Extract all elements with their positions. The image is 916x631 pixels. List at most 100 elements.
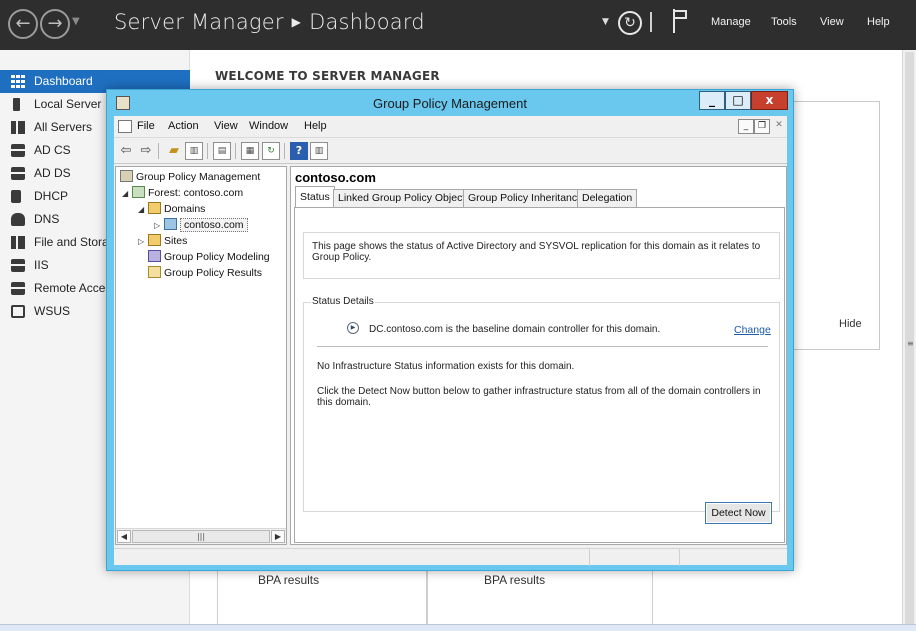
tab-gp-inheritance[interactable]: Group Policy Inheritance: [463, 189, 588, 207]
forward-icon[interactable]: ⇨: [137, 142, 155, 160]
scroll-left-icon[interactable]: ◀: [117, 530, 131, 543]
info-arrow-icon: ▶: [347, 322, 359, 334]
breadcrumb: Server Manager ▶ Dashboard: [114, 10, 425, 34]
status-bar: [114, 548, 787, 566]
domain-icon: [164, 218, 177, 230]
modeling-icon: [148, 250, 161, 262]
main-scrollbar[interactable]: ≡: [902, 50, 916, 631]
mdi-minimize-button[interactable]: _: [738, 119, 754, 134]
status-bar-cell: [679, 549, 787, 566]
sidebar-item-remote-access[interactable]: Remote Access: [0, 277, 108, 300]
tree-node-label: Forest: contoso.com: [148, 187, 244, 199]
iis-icon: [11, 259, 25, 272]
tree-node-label: Group Policy Results: [164, 267, 263, 279]
hide-link[interactable]: Hide: [839, 318, 862, 330]
tab-linked-gpos[interactable]: Linked Group Policy Objects: [333, 189, 476, 207]
file-storage-icon: [11, 236, 25, 249]
sidebar-item-label: Remote Access: [34, 281, 108, 295]
tree-node-label: Domains: [164, 203, 206, 215]
up-folder-icon[interactable]: ▰: [165, 142, 183, 160]
refresh-icon[interactable]: ↻: [262, 142, 280, 160]
menu-view[interactable]: View: [214, 120, 238, 132]
notifications-flag-icon[interactable]: [672, 9, 688, 33]
close-button[interactable]: x: [751, 91, 788, 110]
gpm-icon: [120, 170, 133, 182]
remote-access-icon: [11, 282, 25, 295]
tree-node-domains[interactable]: ◢ Domains: [138, 201, 205, 217]
app-title: Server Manager: [114, 10, 284, 34]
bpa-results-label[interactable]: BPA results: [484, 573, 545, 587]
menu-manage[interactable]: Manage: [711, 16, 751, 28]
collapse-arrow-icon[interactable]: ◢: [122, 186, 132, 202]
scroll-right-icon[interactable]: ▶: [271, 530, 285, 543]
toolbar-separator: [235, 143, 236, 159]
domain-title: contoso.com: [295, 170, 376, 185]
servers-icon: [11, 121, 25, 134]
domains-icon: [148, 202, 161, 214]
detect-instructions-text: Click the Detect Now button below to gat…: [317, 386, 761, 408]
dns-icon: [11, 213, 25, 226]
tab-delegation[interactable]: Delegation: [577, 189, 638, 207]
tree-node-label: Group Policy Modeling: [164, 251, 270, 263]
export-list-icon[interactable]: ▦: [241, 142, 259, 160]
expand-arrow-icon[interactable]: ▷: [138, 234, 148, 250]
system-menu-icon[interactable]: [118, 120, 132, 133]
show-hide-tree-icon[interactable]: ▥: [185, 142, 203, 160]
refresh-dropdown-icon[interactable]: ▼: [602, 17, 609, 27]
dashboard-icon: [11, 75, 25, 88]
collapse-arrow-icon[interactable]: ◢: [138, 202, 148, 218]
tab-status[interactable]: Status: [295, 186, 335, 208]
ad-ds-icon: [11, 167, 25, 180]
bpa-results-label[interactable]: BPA results: [258, 573, 319, 587]
window-titlebar[interactable]: Group Policy Management _ □ x: [107, 90, 793, 116]
menu-help[interactable]: Help: [304, 120, 327, 132]
tree-node-gp-results[interactable]: Group Policy Results: [148, 265, 262, 281]
menu-window[interactable]: Window: [249, 120, 288, 132]
breadcrumb-current: Dashboard: [309, 10, 425, 34]
sidebar-item-file-storage[interactable]: File and Storage Services: [0, 231, 108, 254]
server-manager-header: ← → ▼ Server Manager ▶ Dashboard ▼ ↻ Manag…: [0, 0, 916, 50]
sidebar-item-label: All Servers: [34, 120, 93, 134]
menu-tools[interactable]: Tools: [771, 16, 797, 28]
back-arrow-icon[interactable]: ←: [8, 9, 38, 39]
window-title: Group Policy Management: [373, 96, 527, 111]
expand-arrow-icon[interactable]: ▷: [154, 218, 164, 234]
wsus-icon: [11, 305, 25, 318]
change-link[interactable]: Change: [734, 324, 771, 336]
toolbar-separator: [158, 143, 159, 159]
status-tab-content: This page shows the status of Active Dir…: [294, 207, 785, 543]
dhcp-icon: [11, 190, 21, 203]
properties-icon[interactable]: ▤: [213, 142, 231, 160]
scroll-thumb[interactable]: |||: [132, 530, 270, 543]
forward-arrow-icon[interactable]: →: [40, 9, 70, 39]
mdi-restore-button[interactable]: ❐: [754, 119, 770, 134]
tree-node-sites[interactable]: ▷ Sites: [138, 233, 187, 249]
tree-node-contoso-domain[interactable]: ▷ contoso.com: [154, 217, 248, 233]
refresh-icon[interactable]: ↻: [618, 11, 642, 35]
menu-help[interactable]: Help: [867, 16, 890, 28]
history-dropdown-icon[interactable]: ▼: [72, 16, 80, 27]
details-pane: contoso.com Status Linked Group Policy O…: [290, 166, 787, 545]
menu-view[interactable]: View: [820, 16, 844, 28]
minimize-button[interactable]: _: [699, 91, 725, 110]
tree-node-forest[interactable]: ◢ Forest: contoso.com: [122, 185, 243, 201]
help-icon[interactable]: ?: [290, 142, 308, 160]
menu-file[interactable]: File: [137, 120, 155, 132]
maximize-button[interactable]: □: [725, 91, 751, 110]
divider: [317, 346, 768, 347]
mdi-close-button[interactable]: ✕: [771, 119, 787, 134]
back-icon[interactable]: ⇦: [117, 142, 135, 160]
tree-node-label: contoso.com: [180, 218, 248, 232]
menu-bar: File Action View Window Help _ ❐ ✕: [114, 116, 787, 138]
ad-cs-icon: [11, 144, 25, 157]
show-action-pane-icon[interactable]: ▥: [310, 142, 328, 160]
status-details-label: Status Details: [311, 296, 375, 307]
tree-node-gp-modeling[interactable]: Group Policy Modeling: [148, 249, 270, 265]
toolbar-separator: [284, 143, 285, 159]
menu-action[interactable]: Action: [168, 120, 199, 132]
detect-now-button[interactable]: Detect Now: [705, 502, 772, 524]
tree-horizontal-scrollbar[interactable]: ◀ ||| ▶: [116, 528, 286, 544]
tree-node-gpm-root[interactable]: Group Policy Management: [120, 169, 260, 185]
toolbar-separator: [207, 143, 208, 159]
sites-icon: [148, 234, 161, 246]
